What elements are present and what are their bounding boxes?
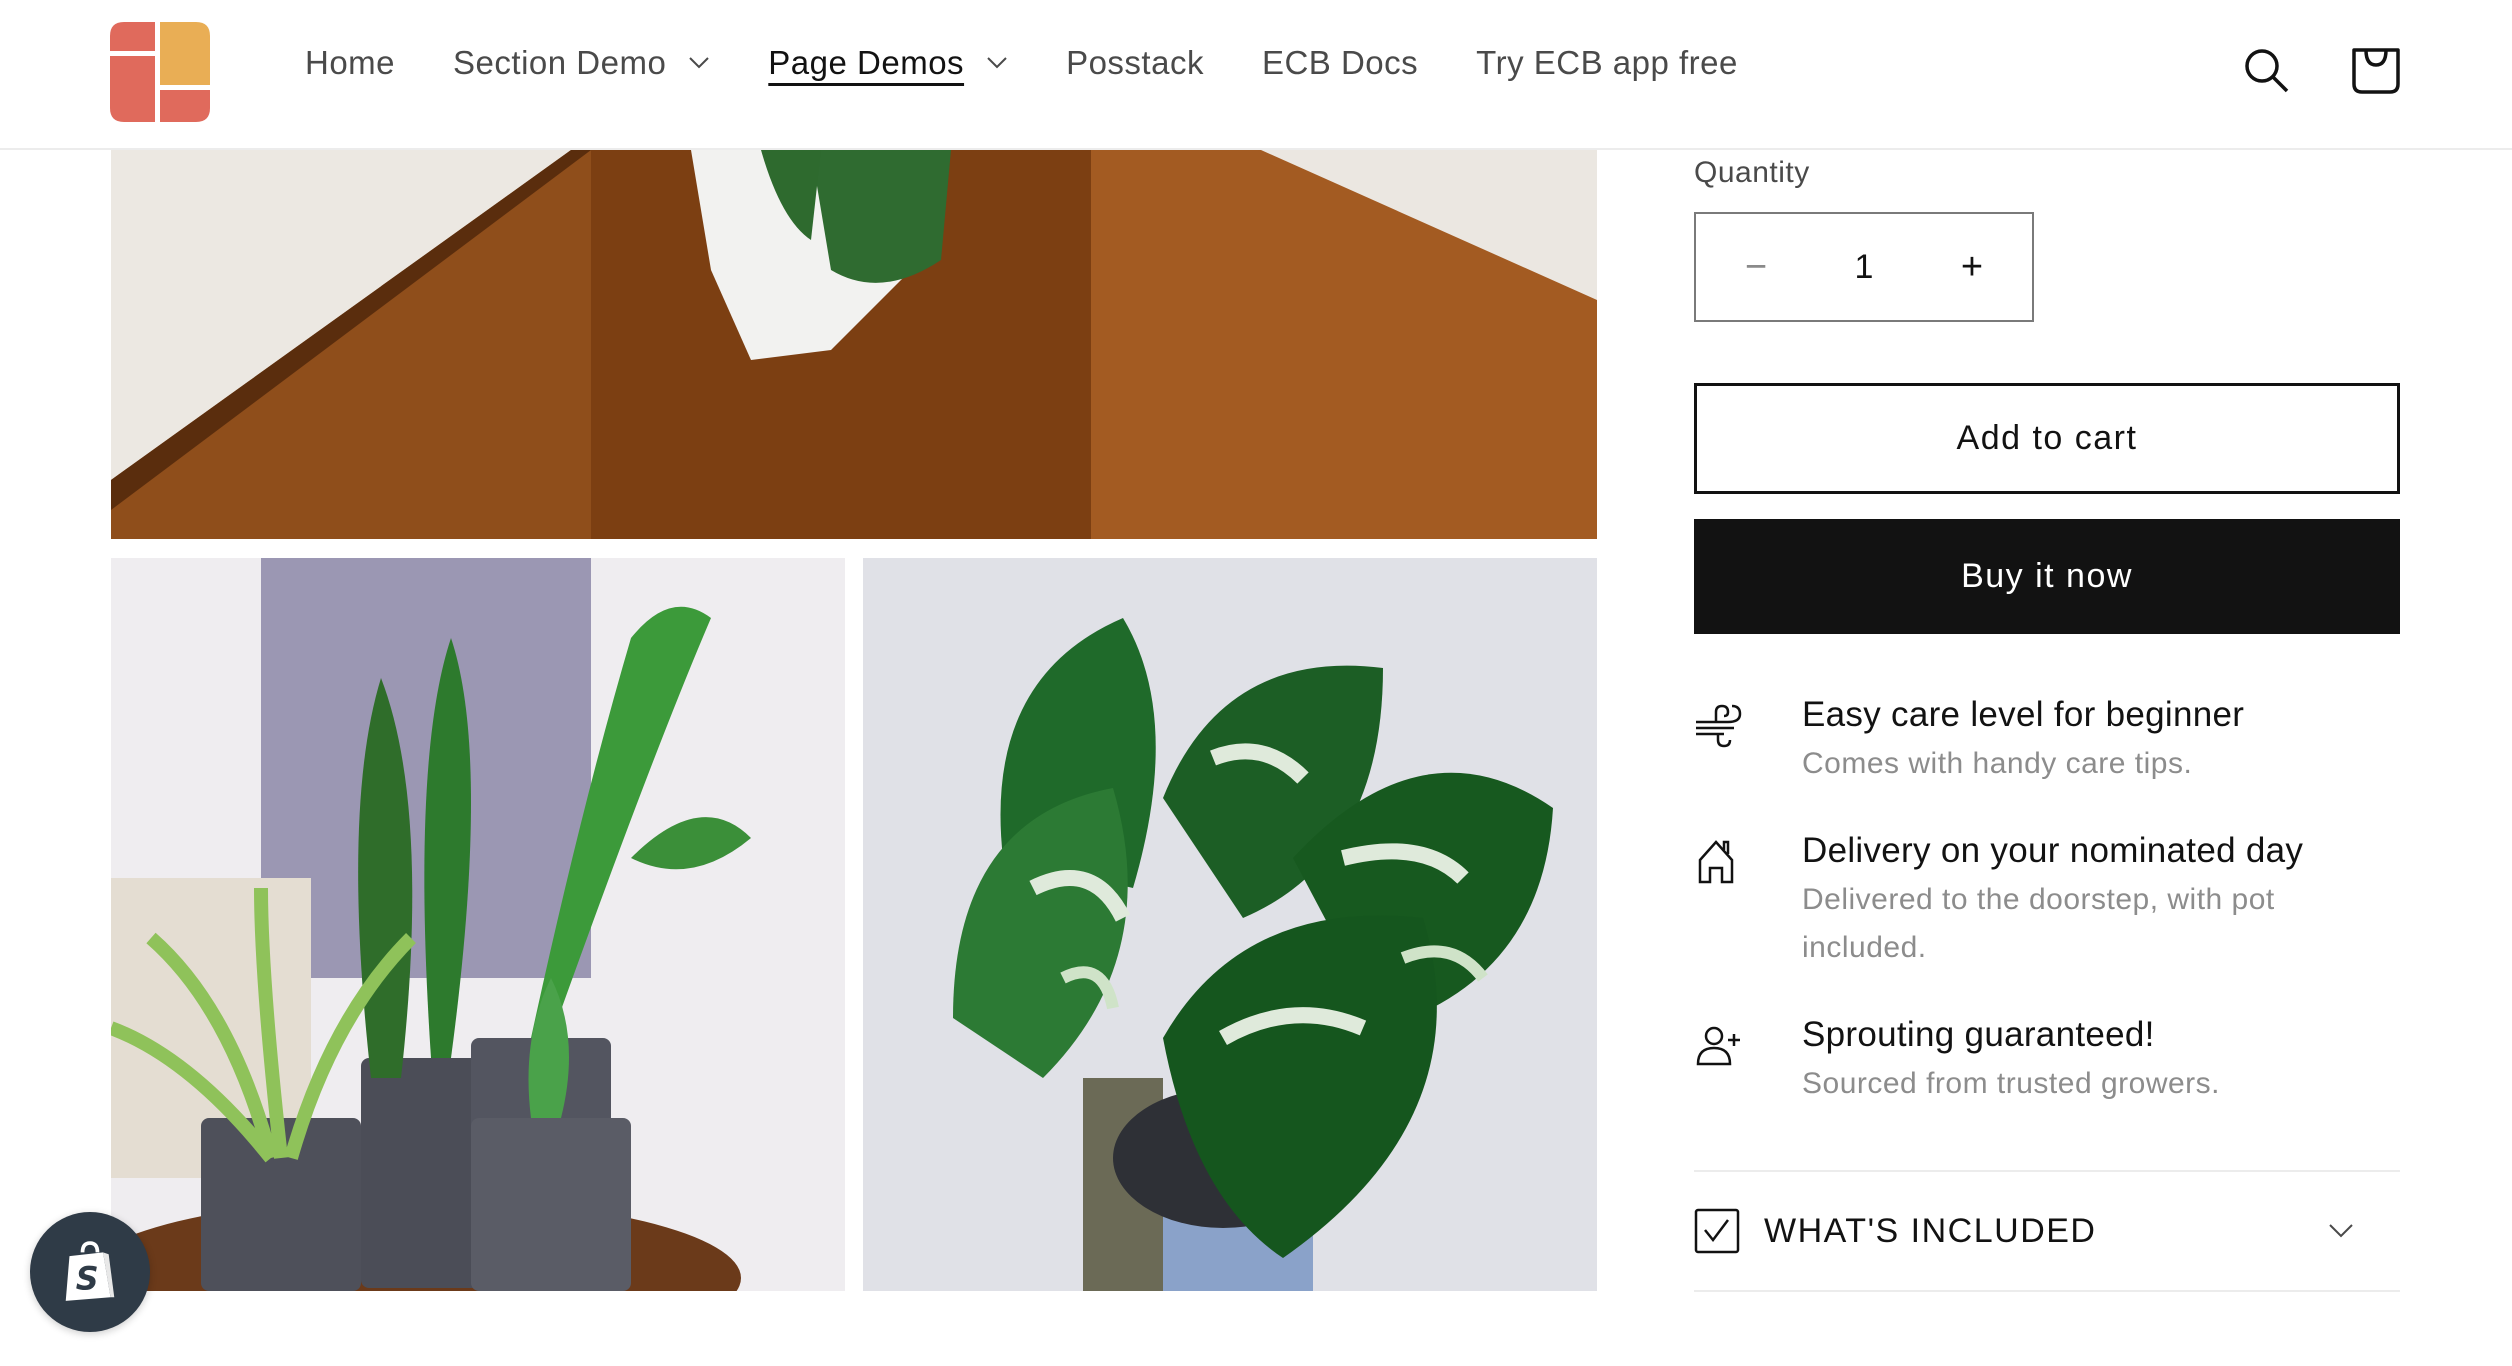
increase-quantity-button[interactable]: +: [1952, 246, 1992, 289]
nav-item-page-demos[interactable]: Page Demos: [768, 44, 1008, 82]
feature-description: Sourced from trusted growers.: [1802, 1067, 2220, 1100]
cart-button[interactable]: [2348, 44, 2404, 100]
product-photo: [111, 558, 845, 1291]
feature-item: Easy care level for beginner Comes with …: [1694, 690, 2400, 788]
buy-it-now-button[interactable]: Buy it now: [1694, 519, 2400, 634]
feature-item: Delivery on your nominated day Delivered…: [1694, 826, 2400, 972]
accordion-label: WHAT'S INCLUDED: [1764, 1211, 2097, 1250]
quantity-label: Quantity: [1694, 156, 1810, 189]
quantity-input[interactable]: [1824, 247, 1904, 287]
nav-label: Try ECB app free: [1476, 44, 1738, 81]
nav-item-home[interactable]: Home: [305, 44, 395, 82]
house-icon: [1698, 840, 1734, 884]
nav-label: Home: [305, 44, 396, 81]
nav-label: ECB Docs: [1261, 44, 1419, 81]
checkbox-icon: [1694, 1208, 1740, 1254]
whats-included-accordion[interactable]: WHAT'S INCLUDED: [1694, 1170, 2400, 1292]
nav-item-posstack[interactable]: Posstack: [1066, 44, 1204, 82]
main-nav: Home Section Demo Page Demos Posstack EC…: [305, 44, 1796, 82]
feature-list: Easy care level for beginner Comes with …: [1694, 690, 2400, 1146]
cart-icon: [2352, 48, 2400, 94]
nav-item-ecb-docs[interactable]: ECB Docs: [1262, 44, 1418, 82]
nav-label: Page Demos: [768, 44, 965, 81]
product-image-1[interactable]: [111, 150, 1597, 539]
nav-label: Section Demo: [453, 44, 667, 81]
product-photo: [863, 558, 1597, 1291]
feature-title: Delivery on your nominated day: [1802, 831, 2304, 870]
site-header: Home Section Demo Page Demos Posstack EC…: [0, 0, 2512, 150]
feature-description: Comes with handy care tips.: [1802, 747, 2193, 780]
product-photo: [111, 150, 1597, 539]
feature-item: Sprouting guaranteed! Sourced from trust…: [1694, 1010, 2400, 1108]
quantity-stepper: − +: [1694, 212, 2034, 322]
nav-item-try-ecb[interactable]: Try ECB app free: [1476, 44, 1738, 82]
feature-title: Sprouting guaranteed!: [1802, 1015, 2155, 1054]
wind-icon: [1696, 704, 1742, 748]
svg-text:S: S: [76, 1262, 99, 1298]
logo[interactable]: [110, 22, 210, 122]
nav-item-section-demo[interactable]: Section Demo: [453, 44, 710, 82]
feature-title: Easy care level for beginner: [1802, 695, 2245, 734]
nav-label: Posstack: [1066, 44, 1204, 81]
add-user-icon: [1696, 1026, 1740, 1066]
shopify-bag-icon: S: [65, 1241, 115, 1301]
chevron-down-icon: [987, 57, 1007, 69]
search-icon: [2245, 49, 2289, 93]
feature-description: Delivered to the doorstep, with pot incl…: [1802, 883, 2275, 964]
chevron-down-icon: [2329, 1224, 2353, 1238]
logo-icon: [110, 22, 210, 122]
product-image-2[interactable]: [111, 558, 845, 1291]
add-to-cart-button[interactable]: Add to cart: [1694, 383, 2400, 494]
shopify-badge[interactable]: S: [30, 1212, 150, 1332]
product-image-3[interactable]: [863, 558, 1597, 1291]
search-button[interactable]: [2240, 44, 2296, 100]
decrease-quantity-button[interactable]: −: [1736, 246, 1776, 289]
chevron-down-icon: [689, 57, 710, 69]
